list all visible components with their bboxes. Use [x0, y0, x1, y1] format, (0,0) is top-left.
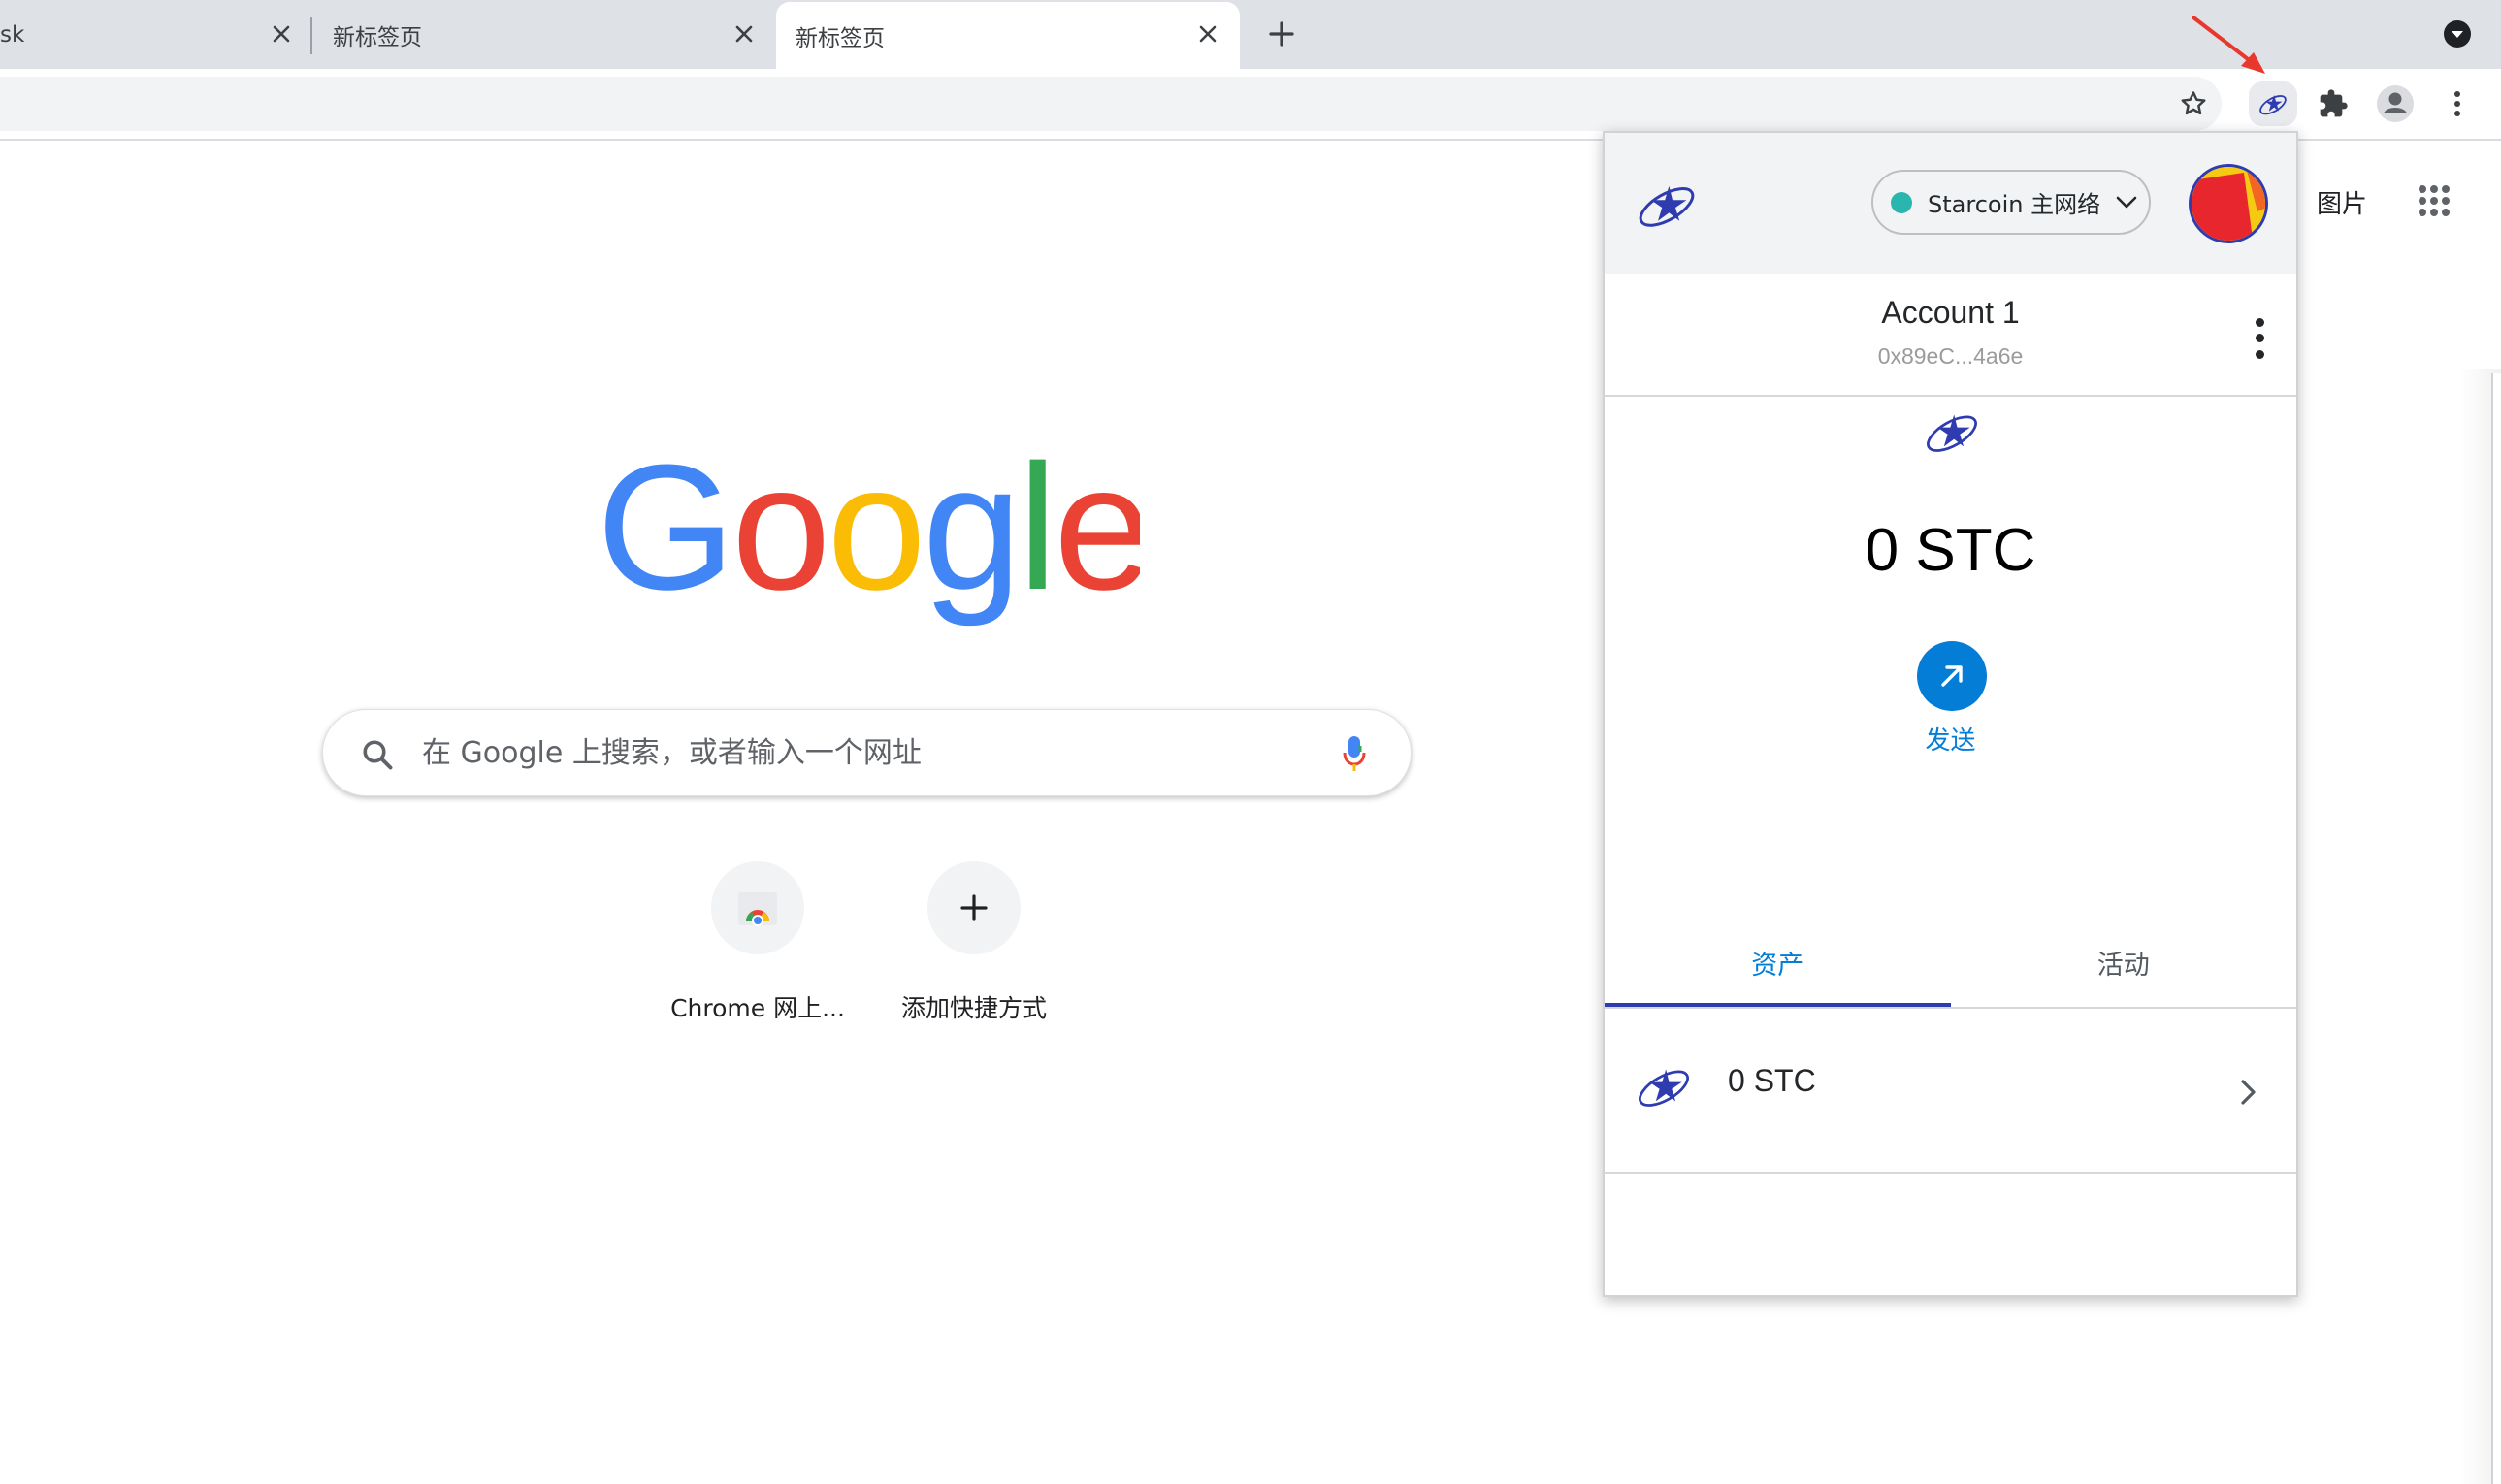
account-address[interactable]: 0x89eC...4a6e	[1605, 343, 2296, 370]
network-status-dot	[1891, 191, 1912, 213]
new-tab-button[interactable]	[1259, 12, 1304, 56]
shortcut-add[interactable]: 添加快捷方式	[877, 861, 1071, 1024]
stc-token-icon	[1632, 1059, 1696, 1118]
tab-search-icon[interactable]	[2435, 12, 2480, 56]
account-details-bar: Account 1 0x89eC...4a6e	[1605, 274, 2296, 397]
tab-activity-label: 活动	[2096, 951, 2150, 981]
google-apps-icon[interactable]	[2412, 178, 2456, 223]
extensions-puzzle-icon[interactable]	[2311, 81, 2355, 126]
tab-3-active[interactable]: 新标签页	[776, 2, 1240, 69]
red-arrow-annotation	[2192, 16, 2265, 74]
chevron-down-icon	[2116, 196, 2137, 210]
address-bar[interactable]	[0, 77, 2222, 131]
star-icon[interactable]	[2171, 81, 2216, 126]
tab-1-title: sk	[0, 21, 25, 48]
microphone-icon[interactable]	[1342, 734, 1367, 778]
starmask-extension-icon[interactable]	[2249, 81, 2297, 126]
plus-icon	[960, 894, 988, 921]
chrome-web-store-icon	[738, 892, 777, 926]
search-input[interactable]: 在 Google 上搜索，或者输入一个网址	[422, 710, 922, 797]
shortcut-label: 添加快捷方式	[900, 994, 1047, 1022]
account-name[interactable]: Account 1	[1605, 295, 2296, 331]
search-icon	[360, 737, 395, 777]
google-logo: Google	[597, 441, 1140, 627]
google-search-box[interactable]: 在 Google 上搜索，或者输入一个网址	[322, 709, 1412, 796]
tab-activity[interactable]: 活动	[1951, 936, 2297, 1007]
tab-2[interactable]: 新标签页	[312, 0, 766, 69]
send-button[interactable]	[1917, 641, 1987, 711]
balance-amount: 0 STC	[1865, 517, 2036, 584]
network-name: Starcoin 主网络	[1928, 191, 2101, 218]
shortcut-icon-circle	[927, 861, 1021, 954]
network-selector[interactable]: Starcoin 主网络	[1871, 170, 2151, 235]
wallet-header: Starcoin 主网络	[1605, 133, 2296, 274]
asset-list-item[interactable]: 0 STC	[1605, 1009, 2296, 1174]
profile-icon[interactable]	[2373, 81, 2418, 126]
close-icon[interactable]	[269, 21, 294, 47]
shortcut-chrome-web-store[interactable]: Chrome 网上...	[661, 861, 855, 1024]
wallet-popup: Starcoin 主网络 Account 1 0x89eC...4a6e 0 S…	[1603, 131, 2298, 1297]
shortcut-icon-circle	[711, 861, 804, 954]
chevron-right-icon	[2240, 1079, 2257, 1111]
send-label[interactable]: 发送	[1605, 721, 2296, 757]
account-avatar[interactable]	[2189, 164, 2268, 243]
browser-toolbar	[0, 69, 2501, 140]
account-options-icon[interactable]	[2245, 314, 2274, 363]
asset-amount: 0 STC	[1728, 1063, 1816, 1098]
tab-2-title: 新标签页	[333, 24, 422, 50]
side-panel-edge	[2491, 373, 2501, 1484]
tab-assets[interactable]: 资产	[1605, 936, 1951, 1007]
wallet-tabs: 资产 活动	[1605, 936, 2296, 1009]
tab-assets-label: 资产	[1751, 951, 1804, 981]
starmask-logo-icon	[1632, 176, 1702, 239]
tab-1[interactable]: sk	[0, 0, 309, 69]
close-icon[interactable]	[1195, 21, 1220, 47]
svg-text:Google: Google	[597, 441, 1140, 627]
close-icon[interactable]	[731, 21, 757, 47]
arrow-up-right-icon	[1941, 665, 1963, 687]
chrome-menu-icon[interactable]	[2435, 81, 2480, 126]
tab-3-title: 新标签页	[796, 25, 885, 51]
tab-strip: sk 新标签页 新标签页	[0, 0, 2501, 69]
stc-token-icon	[1920, 404, 1984, 464]
shortcut-label: Chrome 网上...	[670, 994, 845, 1022]
images-link[interactable]: 图片	[2317, 184, 2367, 220]
